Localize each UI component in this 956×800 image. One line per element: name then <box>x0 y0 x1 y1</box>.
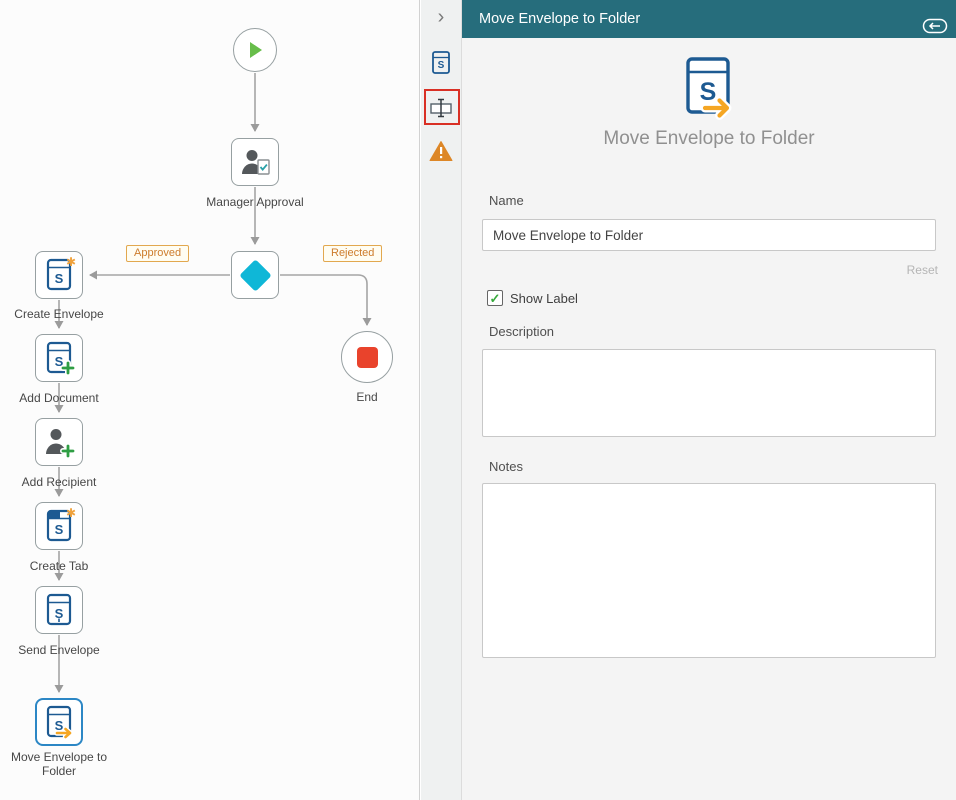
description-textarea[interactable] <box>482 349 936 437</box>
node-add-document[interactable]: S <box>35 334 83 382</box>
node-create-tab[interactable]: S ✱ <box>35 502 83 550</box>
node-add-recipient[interactable] <box>35 418 83 466</box>
panel-body: S Move Envelope to Folder Name Reset ✓ S… <box>462 38 956 800</box>
create-tab-icon: S ✱ <box>44 509 74 543</box>
edge-label-approved: Approved <box>126 245 189 262</box>
create-envelope-icon: S ✱ <box>44 258 74 292</box>
panel-hero-title: Move Envelope to Folder <box>462 128 956 150</box>
node-label: Add Recipient <box>22 475 97 489</box>
node-label: End <box>356 390 377 404</box>
node-label: Add Document <box>19 391 98 405</box>
node-label: Create Tab <box>30 559 88 573</box>
end-stop-icon <box>357 347 378 368</box>
node-create-envelope[interactable]: S ✱ <box>35 251 83 299</box>
tab-warnings[interactable] <box>421 140 461 162</box>
workflow-canvas[interactable]: Manager Approval Approved Rejected S ✱ C… <box>0 0 420 800</box>
decision-diamond-icon <box>239 259 272 292</box>
svg-text:✱: ✱ <box>66 506 76 520</box>
svg-text:✱: ✱ <box>66 255 76 269</box>
panel-header-title: Move Envelope to Folder <box>479 11 640 27</box>
panel-header: Move Envelope to Folder <box>462 0 956 38</box>
svg-text:S: S <box>700 78 717 106</box>
node-decision[interactable] <box>231 251 279 299</box>
name-label: Name <box>489 193 524 208</box>
notes-textarea[interactable] <box>482 483 936 658</box>
notes-label: Notes <box>489 459 523 474</box>
send-envelope-icon: S <box>44 593 74 627</box>
properties-panel: Move Envelope to Folder S Move Envelope … <box>462 0 956 800</box>
check-icon: ✓ <box>490 292 501 305</box>
tab-envelope[interactable]: S <box>421 50 461 76</box>
name-input[interactable] <box>482 219 936 251</box>
reset-link[interactable]: Reset <box>907 263 938 277</box>
svg-text:S: S <box>55 522 64 537</box>
add-document-icon: S <box>44 341 74 375</box>
description-label: Description <box>489 324 554 339</box>
annotation-highlight-box <box>424 89 460 125</box>
node-send-envelope[interactable]: S <box>35 586 83 634</box>
show-label-checkbox[interactable]: ✓ <box>487 290 503 306</box>
workflow-designer: Manager Approval Approved Rejected S ✱ C… <box>0 0 956 800</box>
node-label: Create Envelope <box>14 307 103 321</box>
edge-label-rejected: Rejected <box>323 245 382 262</box>
node-label: Manager Approval <box>206 195 303 209</box>
user-task-icon <box>239 147 271 177</box>
move-envelope-icon: S <box>44 705 74 739</box>
add-recipient-icon <box>44 426 74 458</box>
svg-text:S: S <box>438 60 445 71</box>
svg-text:S: S <box>55 271 64 286</box>
play-icon <box>245 40 265 60</box>
show-label-label: Show Label <box>510 291 578 306</box>
warning-icon <box>429 140 453 162</box>
node-end[interactable] <box>341 331 393 383</box>
node-move-envelope-to-folder[interactable]: S <box>35 698 83 746</box>
move-envelope-hero-icon: S <box>462 56 956 126</box>
node-label: Send Envelope <box>18 643 99 657</box>
panel-toolstrip: › S <box>421 0 462 800</box>
node-start[interactable] <box>233 28 277 72</box>
envelope-icon: S <box>430 50 452 76</box>
collapse-chevron-icon[interactable]: › <box>421 6 461 29</box>
node-manager-approval[interactable] <box>231 138 279 186</box>
node-label: Move Envelope to Folder <box>0 750 119 779</box>
